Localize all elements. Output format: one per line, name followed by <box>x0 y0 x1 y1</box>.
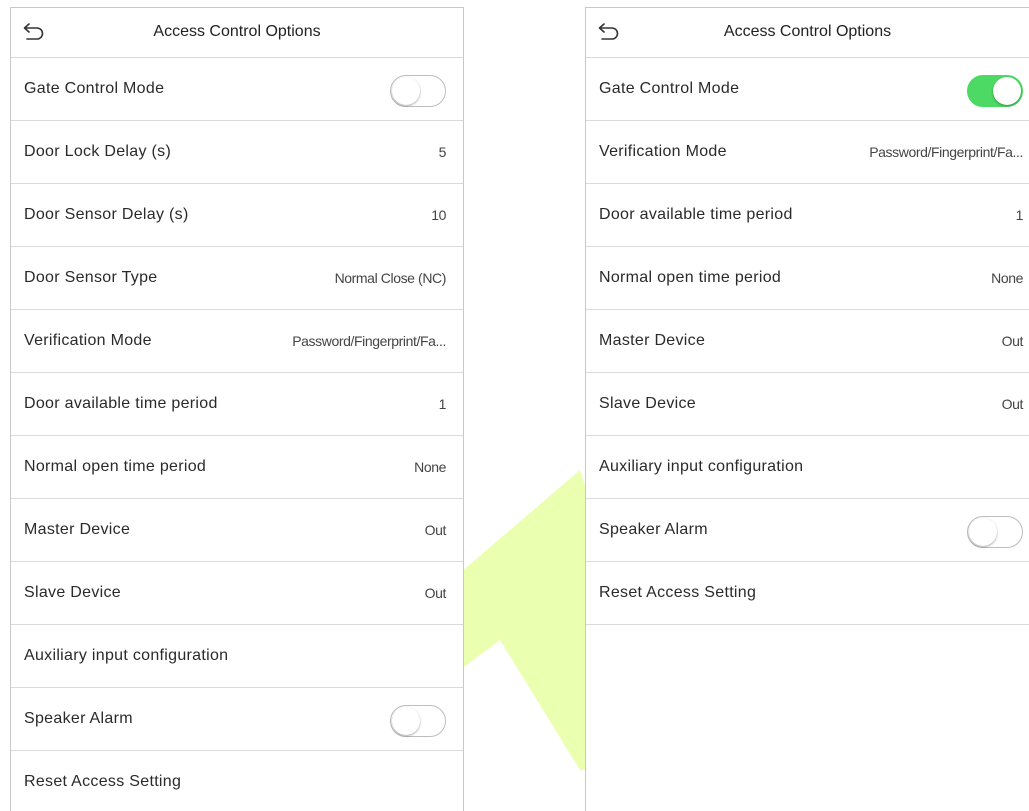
row-label: Gate Control Mode <box>24 80 165 97</box>
row-label: Door Lock Delay (s) <box>24 143 172 160</box>
row-value: 10 <box>431 207 446 223</box>
row-value: 1 <box>438 396 447 412</box>
row-reset-access-setting[interactable]: Reset Access Setting <box>11 751 463 811</box>
row-gate-control-mode[interactable]: Gate Control Mode <box>11 58 463 121</box>
row-label: Door available time period <box>599 206 793 223</box>
row-door-sensor-delay[interactable]: Door Sensor Delay (s) 10 <box>11 184 463 247</box>
row-value: Password/Fingerprint/Fa... <box>292 333 446 349</box>
row-label: Door available time period <box>24 395 218 412</box>
row-label: Door Sensor Type <box>24 269 158 286</box>
row-label: Auxiliary input configuration <box>599 458 804 475</box>
row-value: Out <box>1001 396 1024 412</box>
row-label: Auxiliary input configuration <box>24 647 229 664</box>
row-verification-mode[interactable]: Verification Mode Password/Fingerprint/F… <box>586 121 1029 184</box>
row-value: None <box>414 459 446 475</box>
row-label: Master Device <box>24 521 131 538</box>
speaker-alarm-toggle[interactable] <box>390 705 446 737</box>
row-normal-open-time-period[interactable]: Normal open time period None <box>586 247 1029 310</box>
row-slave-device[interactable]: Slave Device Out <box>11 562 463 625</box>
row-label: Speaker Alarm <box>599 521 708 538</box>
toggle-knob <box>993 77 1021 105</box>
row-speaker-alarm[interactable]: Speaker Alarm <box>11 688 463 751</box>
toggle-knob <box>392 707 420 735</box>
row-label: Master Device <box>599 332 706 349</box>
row-label: Verification Mode <box>599 143 727 160</box>
gate-control-mode-toggle[interactable] <box>390 75 446 107</box>
row-value: Normal Close (NC) <box>334 270 447 286</box>
row-label: Gate Control Mode <box>599 80 740 97</box>
row-auxiliary-input-configuration[interactable]: Auxiliary input configuration <box>11 625 463 688</box>
row-label: Reset Access Setting <box>24 773 182 790</box>
row-value: Out <box>424 522 447 538</box>
title-bar: Access Control Options <box>11 8 463 58</box>
gate-control-mode-toggle[interactable] <box>967 75 1023 107</box>
row-door-available-time-period[interactable]: Door available time period 1 <box>586 184 1029 247</box>
row-door-lock-delay[interactable]: Door Lock Delay (s) 5 <box>11 121 463 184</box>
row-value: Out <box>424 585 447 601</box>
row-gate-control-mode[interactable]: Gate Control Mode <box>586 58 1029 121</box>
row-label: Normal open time period <box>24 458 207 475</box>
row-slave-device[interactable]: Slave Device Out <box>586 373 1029 436</box>
page-title: Access Control Options <box>723 23 892 40</box>
toggle-knob <box>392 77 420 105</box>
page-title: Access Control Options <box>153 23 321 40</box>
row-label: Slave Device <box>24 584 121 601</box>
row-label: Slave Device <box>599 395 696 412</box>
row-master-device[interactable]: Master Device Out <box>11 499 463 562</box>
page: Access Control Options Gate Control Mode… <box>0 0 1029 811</box>
row-value: 5 <box>438 144 447 160</box>
row-speaker-alarm[interactable]: Speaker Alarm <box>586 499 1029 562</box>
row-auxiliary-input-configuration[interactable]: Auxiliary input configuration <box>586 436 1029 499</box>
row-label: Reset Access Setting <box>599 584 757 601</box>
row-value: Password/Fingerprint/Fa... <box>869 144 1023 160</box>
row-value: None <box>991 270 1023 286</box>
row-value: 1 <box>1015 207 1024 223</box>
row-verification-mode[interactable]: Verification Mode Password/Fingerprint/F… <box>11 310 463 373</box>
row-label: Normal open time period <box>599 269 782 286</box>
row-label: Verification Mode <box>24 332 152 349</box>
row-value: Out <box>1001 333 1024 349</box>
row-label: Speaker Alarm <box>24 710 133 727</box>
right-screen: Access Control Options Gate Control Mode… <box>585 7 1029 811</box>
row-master-device[interactable]: Master Device Out <box>586 310 1029 373</box>
row-normal-open-time-period[interactable]: Normal open time period None <box>11 436 463 499</box>
title-bar: Access Control Options <box>586 8 1029 58</box>
toggle-knob <box>969 518 997 546</box>
row-door-sensor-type[interactable]: Door Sensor Type Normal Close (NC) <box>11 247 463 310</box>
row-reset-access-setting[interactable]: Reset Access Setting <box>586 562 1029 625</box>
row-label: Door Sensor Delay (s) <box>24 206 189 223</box>
row-door-available-time-period[interactable]: Door available time period 1 <box>11 373 463 436</box>
speaker-alarm-toggle[interactable] <box>967 516 1023 548</box>
left-screen: Access Control Options Gate Control Mode… <box>10 7 464 811</box>
